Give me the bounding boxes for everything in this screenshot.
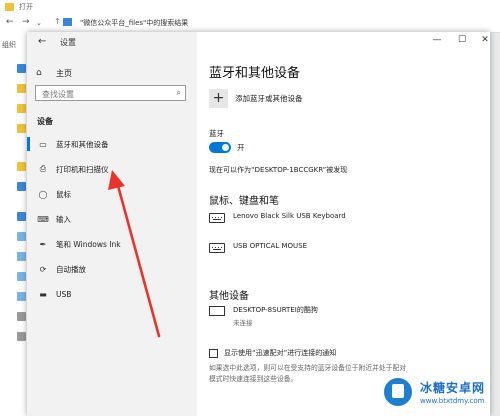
organize-menu[interactable]: 组织 xyxy=(2,40,16,50)
explorer-breadcrumb[interactable]: "微信公众平台_files"中的搜索结果 xyxy=(80,18,188,28)
autoplay-icon: ⟳ xyxy=(39,264,47,274)
bluetooth-toggle[interactable] xyxy=(209,142,231,153)
printer-icon: ⎙ xyxy=(39,164,47,173)
forward-arrow-icon[interactable]: → xyxy=(22,17,30,27)
settings-content: 蓝牙和其他设备 + 添加蓝牙或其他设备 蓝牙 开 现在可以作为“DESKTOP-… xyxy=(197,32,490,416)
add-device-button[interactable]: + 添加蓝牙或其他设备 xyxy=(209,88,303,108)
discoverable-text: 现在可以作为“DESKTOP-1BCCGKR”被发现 xyxy=(209,166,348,174)
history-chevron-icon[interactable]: ⌄ xyxy=(36,19,42,27)
this-pc-icon[interactable] xyxy=(17,212,26,221)
explorer-nav-pane: 组织 xyxy=(0,32,28,416)
window-title: 设置 xyxy=(60,38,76,47)
drive-icon[interactable] xyxy=(17,272,26,281)
device-name: DESKTOP-8SURTEI的酷狗 xyxy=(233,306,318,314)
computer-icon xyxy=(209,306,225,316)
watermark-url: www.btxtdmy.com xyxy=(420,397,485,405)
checkbox[interactable] xyxy=(209,348,218,358)
device-name: USB OPTICAL MOUSE xyxy=(233,242,308,250)
settings-sidebar: ⌂ 主页 ⌕ 设备 ▭ 蓝牙和其他设备 ⎙ 打印机和扫描仪 ◯ 鼠标 ⌨ 输入 … xyxy=(27,32,197,416)
sidebar-section-heading: 设备 xyxy=(37,117,53,126)
settings-search-input[interactable] xyxy=(40,87,172,102)
device-item[interactable]: DESKTOP-8SURTEI的酷狗 未连接 xyxy=(209,305,318,327)
sidebar-item-mouse[interactable]: ◯ 鼠标 xyxy=(36,187,71,201)
drive-icon[interactable] xyxy=(17,292,26,301)
keyboard-icon xyxy=(209,213,225,223)
bluetooth-label: 蓝牙 xyxy=(209,129,224,138)
watermark-site: 冰糖安卓网 xyxy=(420,381,486,395)
mouse-icon: ◯ xyxy=(38,189,48,199)
page-title: 蓝牙和其他设备 xyxy=(209,66,301,81)
drive-icon[interactable] xyxy=(17,252,26,261)
folder-icon[interactable] xyxy=(17,84,26,93)
cloud-icon[interactable] xyxy=(17,182,26,191)
watermark-logo-icon xyxy=(382,376,414,408)
up-arrow-icon[interactable]: ↑ xyxy=(54,17,61,26)
sidebar-item-typing[interactable]: ⌨ 输入 xyxy=(36,212,71,226)
explorer-address-bar: ← → ⌄ ↑ "微信公众平台_files"中的搜索结果 xyxy=(0,14,500,33)
search-location-icon xyxy=(63,18,72,26)
folder-icon[interactable] xyxy=(17,124,26,133)
drive-icon[interactable] xyxy=(17,332,26,341)
sidebar-item-printers[interactable]: ⎙ 打印机和扫描仪 xyxy=(36,162,109,176)
explorer-title: 打开 xyxy=(19,3,33,11)
device-item[interactable]: USB OPTICAL MOUSE xyxy=(209,242,307,253)
bluetooth-state: 开 xyxy=(237,143,245,152)
sidebar-item-label: 输入 xyxy=(56,214,71,224)
sidebar-item-label: USB xyxy=(56,289,72,299)
sidebar-item-label: 鼠标 xyxy=(56,189,71,199)
sidebar-item-usb[interactable]: ▬ USB xyxy=(36,287,71,301)
settings-window: ⌂ 主页 ⌕ 设备 ▭ 蓝牙和其他设备 ⎙ 打印机和扫描仪 ◯ 鼠标 ⌨ 输入 … xyxy=(27,32,490,416)
home-nav-item[interactable]: ⌂ 主页 xyxy=(36,66,72,80)
explorer-title-bar: 打开 xyxy=(0,0,500,15)
keyboard-icon: ⌨ xyxy=(37,214,49,224)
toggle-knob xyxy=(222,144,229,151)
add-device-label: 添加蓝牙或其他设备 xyxy=(235,93,303,103)
device-status: 未连接 xyxy=(233,319,253,327)
sidebar-item-label: 自动播放 xyxy=(56,264,86,274)
plus-icon: + xyxy=(209,88,228,108)
sidebar-item-autoplay[interactable]: ⟳ 自动播放 xyxy=(36,262,86,276)
search-icon[interactable]: ⌕ xyxy=(177,88,181,98)
sidebar-item-pen[interactable]: ✒ 笔和 Windows Ink xyxy=(36,237,121,251)
device-name: Lenovo Black Silk USB Keyboard xyxy=(233,212,346,220)
sidebar-item-label: 打印机和扫描仪 xyxy=(56,164,109,174)
home-label: 主页 xyxy=(56,68,72,78)
back-arrow-icon[interactable]: ← xyxy=(6,17,14,27)
pen-icon: ✒ xyxy=(39,239,47,249)
device-item[interactable]: Lenovo Black Silk USB Keyboard xyxy=(209,212,346,223)
keyboard-icon xyxy=(209,243,225,253)
folder-icon[interactable] xyxy=(17,162,26,171)
usb-icon: ▬ xyxy=(39,289,47,299)
input-devices-heading: 鼠标、键盘和笔 xyxy=(209,196,279,207)
drive-icon[interactable] xyxy=(17,312,26,321)
other-devices-heading: 其他设备 xyxy=(209,291,249,302)
watermark: 冰糖安卓网 www.btxtdmy.com xyxy=(380,370,500,416)
swift-pair-checkbox[interactable]: 显示使用“迅速配对”进行连接的通知 xyxy=(209,348,336,358)
sidebar-item-bluetooth[interactable]: ▭ 蓝牙和其他设备 xyxy=(27,137,109,151)
quick-access-icon[interactable] xyxy=(17,64,26,73)
drive-icon[interactable] xyxy=(17,232,26,241)
sidebar-item-label: 蓝牙和其他设备 xyxy=(56,139,109,149)
folder-icon[interactable] xyxy=(17,104,26,113)
back-button[interactable]: ← xyxy=(38,36,46,47)
swift-pair-label: 显示使用“迅速配对”进行连接的通知 xyxy=(224,349,337,357)
bluetooth-devices-icon: ▭ xyxy=(39,139,47,149)
settings-search-box[interactable]: ⌕ xyxy=(35,85,186,102)
sidebar-item-label: 笔和 Windows Ink xyxy=(56,239,121,249)
folder-icon xyxy=(5,3,14,11)
home-icon: ⌂ xyxy=(36,68,42,78)
